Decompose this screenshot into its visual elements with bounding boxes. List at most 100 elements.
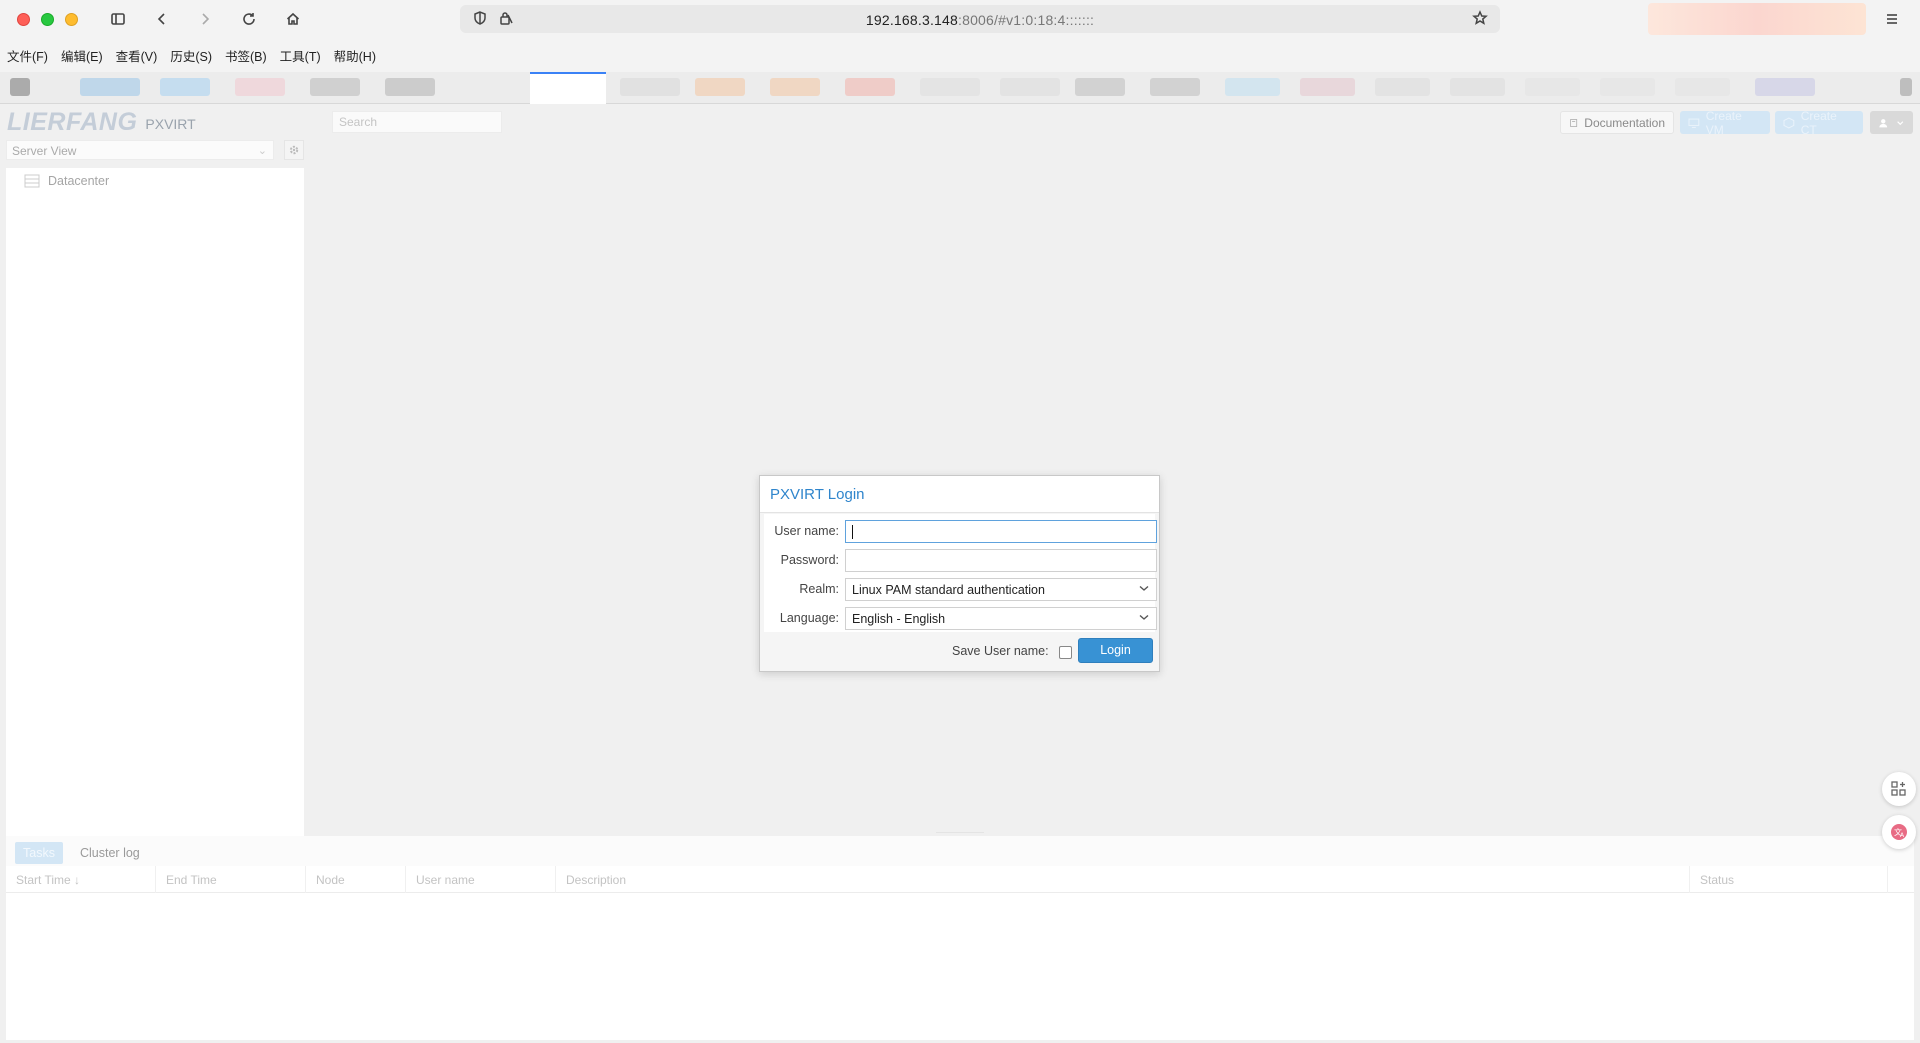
- documentation-button[interactable]: Documentation: [1560, 111, 1674, 134]
- tree-settings-button[interactable]: [284, 140, 304, 160]
- menu-view[interactable]: 查看(V): [116, 46, 158, 65]
- user-menu-button[interactable]: [1870, 111, 1913, 134]
- grid-add-icon: [1891, 781, 1906, 796]
- forward-icon[interactable]: [193, 8, 217, 30]
- menu-bookmarks[interactable]: 书签(B): [225, 46, 267, 65]
- username-input[interactable]: [845, 520, 1157, 543]
- browser-tab[interactable]: [1150, 78, 1200, 96]
- menu-history[interactable]: 历史(S): [170, 46, 212, 65]
- sidebar-toggle-icon[interactable]: [106, 8, 130, 30]
- browser-tab[interactable]: [310, 78, 360, 96]
- task-grid-header: Start Time ↓ End Time Node User name Des…: [6, 866, 1914, 893]
- password-label: Password:: [780, 553, 839, 567]
- tree-item-datacenter[interactable]: Datacenter: [16, 174, 109, 188]
- menu-help[interactable]: 帮助(H): [334, 46, 376, 65]
- browser-tab[interactable]: [1375, 78, 1430, 96]
- hamburger-menu-icon[interactable]: [1880, 8, 1904, 30]
- browser-tab[interactable]: [1755, 78, 1815, 96]
- menu-edit[interactable]: 编辑(E): [61, 46, 103, 65]
- browser-tab[interactable]: [1525, 78, 1580, 96]
- password-input[interactable]: [845, 549, 1157, 572]
- save-username-label: Save User name:: [952, 644, 1049, 658]
- create-ct-button[interactable]: Create CT: [1775, 109, 1863, 137]
- home-icon[interactable]: [281, 8, 305, 30]
- minimize-window-button[interactable]: [65, 13, 78, 26]
- column-start-time[interactable]: Start Time ↓: [6, 866, 156, 893]
- tree-item-label: Datacenter: [48, 174, 110, 188]
- view-selector-value: Server View: [12, 144, 77, 158]
- login-dialog: PXVIRT Login User name: Password: Realm:…: [759, 475, 1160, 672]
- browser-tab[interactable]: [235, 78, 285, 96]
- browser-tab[interactable]: [920, 78, 980, 96]
- browser-tab[interactable]: [1600, 78, 1655, 96]
- translate-button[interactable]: 文 A: [1882, 815, 1916, 849]
- browser-tab[interactable]: [10, 78, 30, 96]
- app-logo: LIERFANG PXVIRT: [7, 108, 196, 137]
- menu-file[interactable]: 文件(F): [7, 46, 48, 65]
- reload-icon[interactable]: [237, 8, 261, 30]
- browser-tab[interactable]: [1675, 78, 1730, 96]
- tab-tasks[interactable]: Tasks: [15, 842, 63, 864]
- task-tabs: Tasks Cluster log: [6, 836, 1914, 866]
- browser-tab-active[interactable]: [530, 72, 606, 104]
- column-user-name[interactable]: User name: [406, 866, 556, 893]
- logo-wordmark: LIERFANG: [7, 108, 138, 136]
- column-status[interactable]: Status: [1690, 866, 1888, 893]
- realm-select[interactable]: Linux PAM standard authentication: [845, 578, 1157, 601]
- cube-icon: [1783, 117, 1795, 128]
- language-label: Language:: [779, 611, 839, 625]
- translate-icon: 文 A: [1891, 824, 1907, 840]
- resource-tree-panel: Server View ⌄ Datacenter: [6, 140, 304, 940]
- login-header: PXVIRT Login: [760, 476, 1159, 513]
- login-title: PXVIRT Login: [770, 486, 865, 503]
- column-description[interactable]: Description: [556, 866, 1690, 893]
- login-button[interactable]: Login: [1078, 638, 1153, 663]
- realm-label: Realm:: [799, 582, 839, 596]
- browser-tab[interactable]: [1225, 78, 1280, 96]
- login-footer: Save User name: Login: [760, 633, 1159, 671]
- task-log-panel: Tasks Cluster log Start Time ↓ End Time …: [6, 836, 1914, 1040]
- browser-tab[interactable]: [80, 78, 140, 96]
- create-vm-button[interactable]: Create VM: [1680, 108, 1770, 137]
- resource-tree: Datacenter: [6, 168, 304, 836]
- language-select[interactable]: English - English: [845, 607, 1157, 630]
- column-node[interactable]: Node: [306, 866, 406, 893]
- browser-menubar: 文件(F) 编辑(E) 查看(V) 历史(S) 书签(B) 工具(T) 帮助(H…: [0, 38, 1920, 72]
- browser-tab[interactable]: [1075, 78, 1125, 96]
- browser-tab[interactable]: [1000, 78, 1060, 96]
- browser-tab[interactable]: [695, 78, 745, 96]
- bookmark-star-icon[interactable]: [1472, 10, 1490, 28]
- url-bar[interactable]: 192.168.3.148:8006/#v1:0:18:4:::::::: [460, 5, 1500, 33]
- back-icon[interactable]: [150, 8, 174, 30]
- create-vm-label: Create VM: [1705, 108, 1742, 137]
- browser-tab[interactable]: [385, 78, 435, 96]
- gear-icon: [289, 145, 299, 155]
- browser-tab[interactable]: [1450, 78, 1505, 96]
- login-form: User name: Password: Realm: Linux PAM st…: [764, 514, 1157, 632]
- browser-titlebar: 192.168.3.148:8006/#v1:0:18:4:::::::: [0, 0, 1920, 38]
- browser-tab-strip: [0, 72, 1920, 104]
- chevron-down-icon: [1896, 120, 1903, 125]
- save-username-checkbox[interactable]: [1059, 646, 1072, 659]
- view-selector[interactable]: Server View ⌄: [6, 140, 274, 160]
- chevron-down-icon: ⌄: [257, 145, 267, 157]
- product-name: PXVIRT: [145, 115, 196, 132]
- browser-tab[interactable]: [620, 78, 680, 96]
- browser-tab[interactable]: [1300, 78, 1355, 96]
- maximize-window-button[interactable]: [41, 13, 54, 26]
- realm-value: Linux PAM standard authentication: [852, 583, 1045, 597]
- monitor-icon: [1688, 118, 1700, 128]
- book-icon: [1570, 118, 1578, 127]
- tab-cluster-log[interactable]: Cluster log: [72, 842, 148, 864]
- close-window-button[interactable]: [17, 13, 30, 26]
- username-label: User name:: [774, 524, 839, 538]
- column-end-time[interactable]: End Time: [156, 866, 306, 893]
- menu-tools[interactable]: 工具(T): [280, 46, 321, 65]
- chevron-down-icon: [1138, 582, 1150, 597]
- browser-tab[interactable]: [160, 78, 210, 96]
- browser-tab[interactable]: [845, 78, 895, 96]
- add-widget-button[interactable]: [1882, 772, 1916, 806]
- search-input[interactable]: Search: [332, 111, 502, 133]
- browser-tab[interactable]: [770, 78, 820, 96]
- browser-tab[interactable]: [1900, 78, 1912, 96]
